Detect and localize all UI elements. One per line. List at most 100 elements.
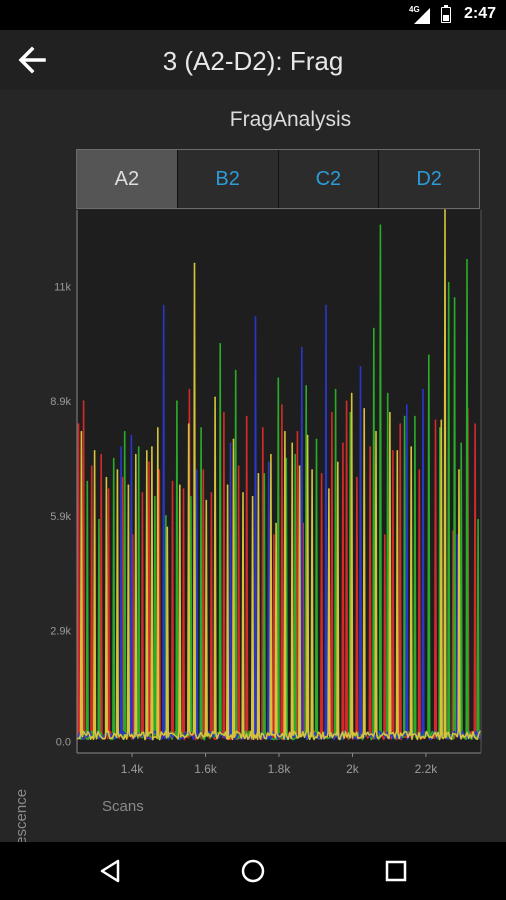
series-0-peak-30 <box>392 450 394 452</box>
series-1-peak-21 <box>379 224 382 227</box>
series-1-peak-27 <box>447 281 450 284</box>
series-3-peak-13 <box>205 499 208 502</box>
series-0-peak-15 <box>223 411 225 414</box>
series-1-peak-26 <box>439 427 441 429</box>
series-0-peak-19 <box>273 534 275 536</box>
series-3-peak-32 <box>389 411 391 414</box>
nav-home-button[interactable] <box>238 856 268 886</box>
series-3-peak-8 <box>157 427 159 429</box>
series-3-peak-20 <box>270 453 272 456</box>
series-3-peak-2 <box>105 476 108 479</box>
y-tick-label: 11k <box>54 281 71 293</box>
series-1-peak-2 <box>112 457 115 460</box>
series-2-peak-9 <box>359 365 362 368</box>
series-1-peak-29 <box>460 442 462 445</box>
nav-recents-button[interactable] <box>381 856 411 886</box>
series-0-peak-16 <box>237 465 240 468</box>
battery-icon <box>441 5 451 23</box>
series-2-peak-11 <box>422 388 424 391</box>
series-3-peak-36 <box>444 209 446 211</box>
series-0-peak-26 <box>345 400 348 402</box>
x-tick-label: 2k <box>346 762 360 776</box>
series-0-peak-32 <box>418 469 421 471</box>
series-2-peak-6 <box>267 461 270 464</box>
series-0-peak-3 <box>100 453 103 456</box>
series-3-peak-16 <box>232 438 235 441</box>
series-0-peak-2 <box>90 465 93 468</box>
series-1-peak-24 <box>414 415 416 418</box>
series-3-peak-25 <box>306 434 309 437</box>
series-1-peak-8 <box>190 495 192 498</box>
series-0-peak-29 <box>383 534 386 536</box>
series-0-peak-7 <box>141 492 144 494</box>
y-tick-label: 0.0 <box>56 737 71 749</box>
series-1-peak-5 <box>154 495 156 498</box>
series-0-peak-21 <box>296 430 299 433</box>
series-2-peak-3 <box>195 469 198 471</box>
nav-back-icon <box>100 859 120 883</box>
series-1-peak-25 <box>428 354 430 357</box>
x-tick-label: 1.4k <box>121 762 145 776</box>
x-axis-title: Scans <box>102 798 144 815</box>
series-1-peak-3 <box>123 430 126 433</box>
series-2-peak-7 <box>300 346 303 349</box>
series-1-peak-6 <box>165 515 167 517</box>
series-1-peak-30 <box>466 258 468 261</box>
series-2-peak-1 <box>130 434 133 437</box>
x-tick-label: 1.8k <box>268 762 292 776</box>
series-0-peak-4 <box>107 488 110 490</box>
series-0-peak-13 <box>202 469 205 471</box>
y-tick-label: 8.9k <box>50 396 71 408</box>
series-0-peak-25 <box>342 442 344 445</box>
series-3-peak-1 <box>93 450 96 452</box>
series-0-peak-14 <box>210 492 213 494</box>
series-1-peak-19 <box>349 411 352 414</box>
series-3-peak-21 <box>275 522 277 525</box>
series-2-peak-8 <box>325 304 327 307</box>
series-3-peak-0 <box>80 430 83 433</box>
series-1-peak-18 <box>334 388 337 391</box>
series-3-peak-4 <box>127 484 130 487</box>
series-1-peak-0 <box>86 480 89 483</box>
series-0-peak-10 <box>171 480 174 483</box>
plot-area[interactable]: 0.0 2.9k 5.9k 8.9k 11k 1.4k 1.6k 1.8k 2k 2.2k <box>0 90 506 842</box>
series-3-peak-14 <box>214 396 216 399</box>
series-3-peak-29 <box>350 392 353 395</box>
series-1-peak-31 <box>477 518 479 521</box>
series-1-peak-20 <box>372 327 375 330</box>
series-3-peak-35 <box>440 419 443 422</box>
fluorescence-chart[interactable]: 0.0 2.9k 5.9k 8.9k 11k 1.4k 1.6k 1.8k 2k 2.2k <box>0 90 506 842</box>
series-1-peak-28 <box>453 297 456 299</box>
series-3-peak-15 <box>226 484 229 487</box>
series-3-peak-34 <box>410 446 413 448</box>
series-3-peak-23 <box>291 442 294 445</box>
series-0-peak-0 <box>77 423 80 425</box>
x-tick-label: 1.6k <box>194 762 218 776</box>
series-3-peak-28 <box>336 461 339 464</box>
series-2-peak-10 <box>406 404 408 406</box>
series-1-peak-17 <box>315 438 318 441</box>
series-1-peak-23 <box>403 415 406 418</box>
series-3-peak-22 <box>284 430 286 433</box>
series-1-peak-1 <box>98 518 100 521</box>
series-1-peak-15 <box>294 453 296 456</box>
series-0-peak-23 <box>320 473 323 475</box>
series-0-peak-24 <box>331 411 333 414</box>
series-3-peak-30 <box>363 408 366 410</box>
nav-back-button[interactable] <box>96 856 126 886</box>
series-0-peak-27 <box>356 476 358 479</box>
series-2-peak-4 <box>229 442 232 445</box>
series-1-peak-9 <box>200 427 202 429</box>
series-3-peak-37 <box>458 469 460 471</box>
series-3-peak-27 <box>328 488 330 490</box>
series-2-peak-0 <box>120 446 122 448</box>
series-3-peak-9 <box>166 526 169 529</box>
series-3-peak-31 <box>375 430 377 433</box>
series-1-peak-11 <box>234 369 237 372</box>
series-3-peak-19 <box>257 473 260 475</box>
series-0-peak-28 <box>369 446 371 448</box>
nav-recents-icon <box>385 860 407 882</box>
series-0-peak-12 <box>188 388 191 391</box>
series-3-peak-33 <box>396 450 399 452</box>
series-3-peak-5 <box>134 453 137 456</box>
